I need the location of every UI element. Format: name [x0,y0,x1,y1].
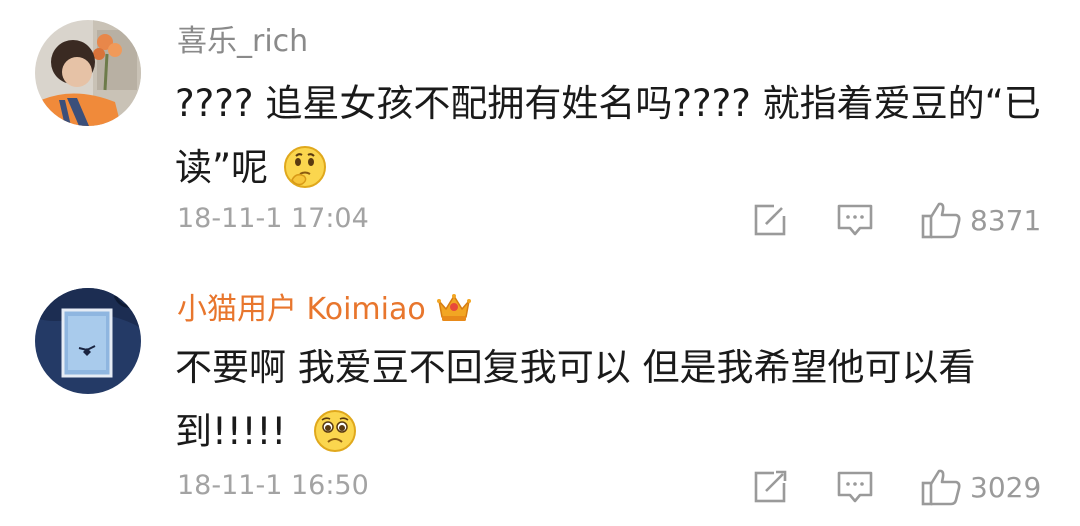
like-icon [921,469,961,506]
comment-text: 不要啊 我爱豆不回复我可以 但是我希望他可以看到!!!!! [175,336,1055,474]
like-count: 3029 [970,470,1042,504]
avatar[interactable] [35,20,141,126]
comment-text: ???? 追星女孩不配拥有姓名吗???? 就指着爱豆的“已读”呢 [175,72,1055,210]
username-text: 小猫用户 Koimiao [177,292,426,327]
crown-icon [436,291,472,334]
timestamp: 18-11-1 16:50 [177,470,369,501]
repost-button[interactable] [752,200,790,238]
like-icon [921,202,961,239]
repost-button[interactable] [752,467,790,505]
thinking-emoji-icon [282,144,328,210]
like-button[interactable]: 8371 [920,200,1041,240]
repost-icon [754,202,788,236]
pleading-emoji-icon [312,408,358,474]
reply-button[interactable] [836,467,874,505]
reply-button[interactable] [836,200,874,238]
repost-icon [754,469,788,503]
username[interactable]: 小猫用户 Koimiao [177,290,472,334]
comment-item: 小猫用户 Koimiao 不要啊 我爱豆不回复我可以 但是我希望他可以看到!!!… [0,270,1080,526]
like-button[interactable]: 3029 [920,467,1041,507]
like-count: 8371 [970,203,1042,237]
reply-icon [837,204,873,236]
comment-item: 喜乐_rich ???? 追星女孩不配拥有姓名吗???? 就指着爱豆的“已读”呢… [0,0,1080,270]
avatar[interactable] [35,288,141,394]
username[interactable]: 喜乐_rich [177,22,308,62]
reply-icon [837,471,873,503]
timestamp: 18-11-1 17:04 [177,203,369,234]
comment-text-content: 不要啊 我爱豆不回复我可以 但是我希望他可以看到!!!!! [175,346,976,453]
